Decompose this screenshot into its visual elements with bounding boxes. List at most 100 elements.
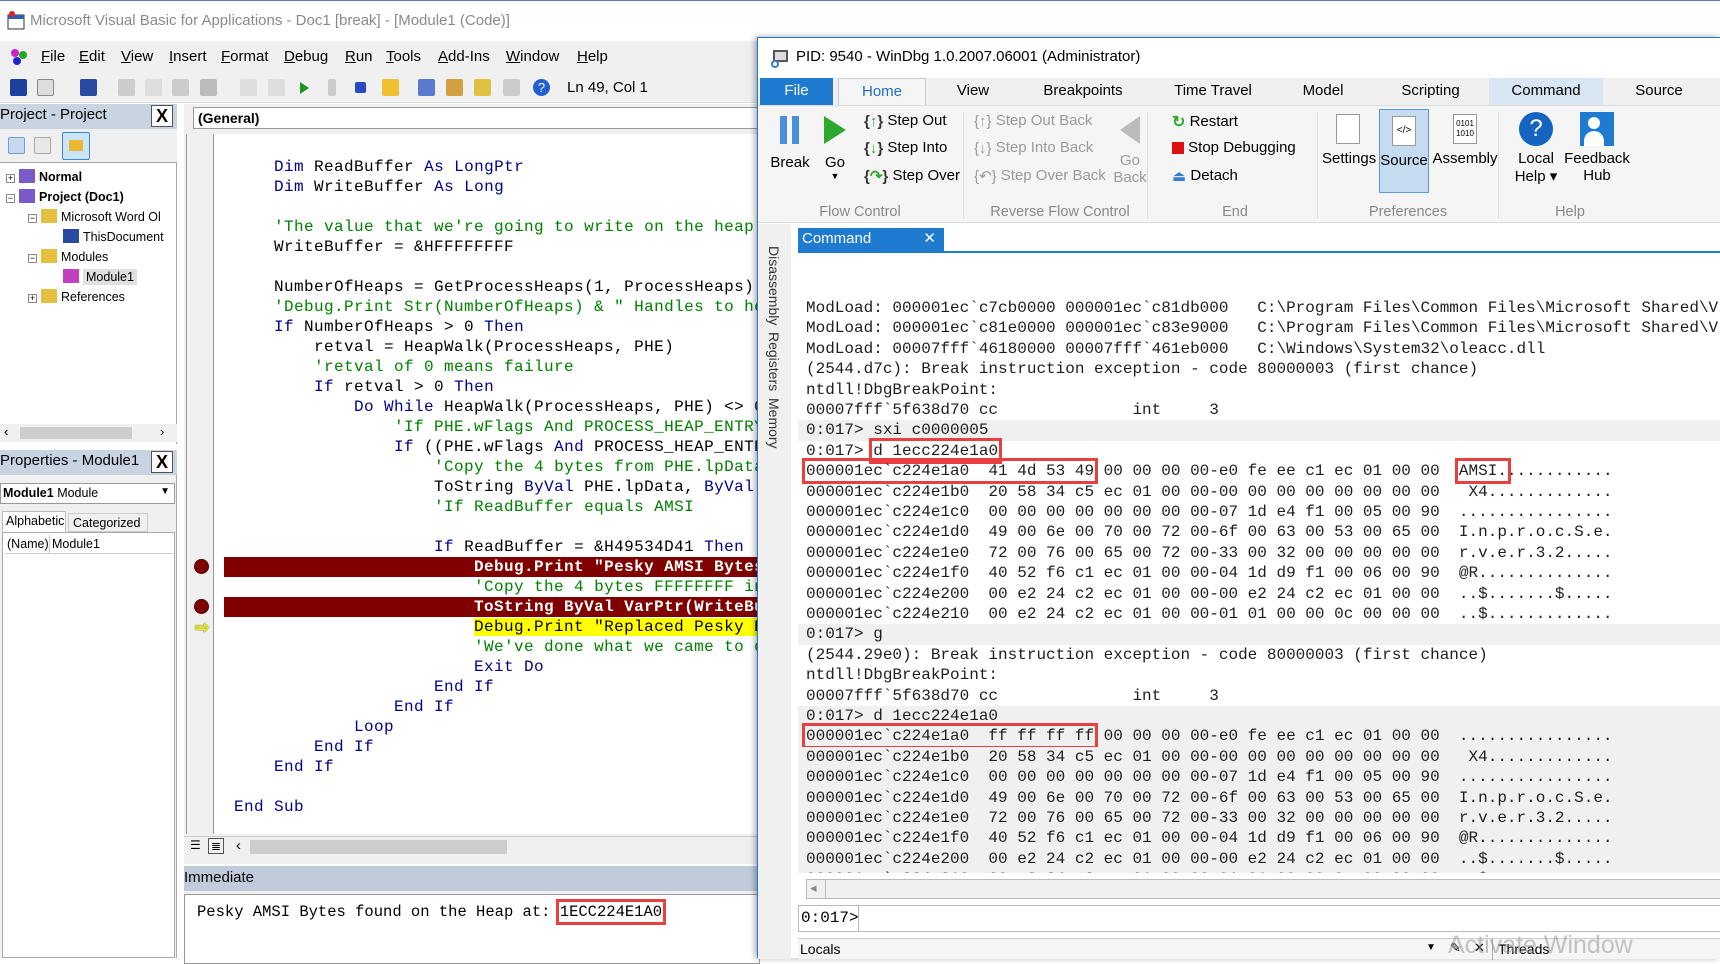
collapse-icon[interactable]: − — [28, 254, 37, 263]
tree-item[interactable]: − Project (Doc1) — [6, 189, 124, 204]
go-button[interactable]: Go ▼ — [820, 110, 850, 200]
step-out-back-button[interactable]: {↑} Step Out Back — [974, 112, 1092, 130]
code-line[interactable]: End If — [214, 757, 760, 777]
code-line[interactable]: Dim WriteBuffer As Long — [214, 177, 760, 197]
code-line[interactable]: 'Copy the 4 bytes FFFFFFFF in — [214, 577, 760, 597]
stop-debugging-button[interactable]: Stop Debugging — [1172, 139, 1296, 156]
assembly-button[interactable]: 0101 1010 Assembly — [1432, 108, 1498, 194]
feedback-hub-button[interactable]: Feedback Hub — [1564, 108, 1630, 208]
tab-home[interactable]: Home — [838, 78, 926, 106]
menu-add-ins[interactable]: Add-Ins — [438, 48, 490, 65]
breakpoint-icon[interactable] — [194, 599, 209, 614]
view-object-icon[interactable] — [34, 137, 51, 154]
source-button[interactable]: </> Source — [1379, 109, 1429, 193]
step-out-button[interactable]: {↑} Step Out — [864, 112, 947, 130]
break-button[interactable]: Break — [770, 110, 810, 182]
immediate-output[interactable]: Pesky AMSI Bytes found on the Heap at: 1… — [184, 894, 760, 964]
tab-disassembly[interactable]: Disassembly — [766, 246, 782, 325]
code-line[interactable]: 'Debug.Print Str(NumberOfHeaps) & " Hand… — [214, 297, 760, 317]
redo-icon[interactable] — [268, 79, 285, 96]
code-line[interactable]: 'retval of 0 means failure — [214, 357, 760, 377]
tab-view[interactable]: View — [938, 78, 1008, 105]
design-mode-icon[interactable] — [382, 79, 399, 96]
tab-command[interactable]: Command — [1489, 78, 1603, 105]
breakpoint-line[interactable]: ToString ByVal VarPtr(WriteBu — [224, 597, 760, 617]
code-line[interactable]: End Sub — [214, 797, 760, 817]
save-icon[interactable] — [80, 79, 97, 96]
execution-arrow-icon[interactable]: ⇨ — [195, 618, 209, 638]
project-explorer-icon[interactable] — [418, 79, 435, 96]
code-line[interactable]: If ReadBuffer = &H49534D41 Then — [214, 537, 760, 557]
current-execution-line[interactable]: Debug.Print "Replaced Pesky By — [214, 617, 760, 637]
vba-menu-icon[interactable] — [8, 47, 30, 67]
reset-icon[interactable] — [355, 82, 366, 93]
code-line[interactable]: 'We've done what we came to d — [214, 637, 760, 657]
cut-icon[interactable] — [118, 79, 135, 96]
code-line[interactable]: 'The value that we're going to write on … — [214, 217, 760, 237]
close-properties-button[interactable]: X — [151, 451, 173, 473]
menu-tools[interactable]: Tools — [386, 48, 421, 65]
output-hscrollbar[interactable]: ◂ — [806, 879, 1720, 899]
toolbox-icon[interactable] — [503, 79, 520, 96]
code-line[interactable]: WriteBuffer = &HFFFFFFFF — [214, 237, 760, 257]
view-code-icon[interactable] — [8, 137, 25, 154]
menu-debug[interactable]: Debug — [284, 48, 328, 65]
menu-window[interactable]: Window — [506, 48, 559, 65]
step-over-button[interactable]: {↷} Step Over — [864, 167, 960, 185]
close-project-explorer-button[interactable]: X — [151, 105, 173, 127]
tab-registers[interactable]: Registers — [766, 332, 782, 391]
object-browser-icon[interactable] — [474, 79, 491, 96]
menu-edit[interactable]: Edit — [79, 48, 105, 65]
tree-item[interactable]: Module1 — [50, 269, 137, 285]
menu-insert[interactable]: Insert — [169, 48, 207, 65]
go-back-button[interactable]: Go Back — [1113, 110, 1147, 186]
procedure-view-icon[interactable]: ☰ — [190, 838, 201, 852]
step-into-button[interactable]: {↓} Step Into — [864, 139, 947, 157]
menu-view[interactable]: View — [121, 48, 153, 65]
code-line[interactable]: End If — [214, 737, 760, 757]
project-explorer-hscrollbar[interactable]: ‹ › — [0, 424, 177, 442]
expand-icon[interactable]: + — [6, 174, 15, 183]
run-icon[interactable] — [300, 82, 309, 94]
undo-icon[interactable] — [240, 79, 257, 96]
menu-file[interactable]: File — [41, 48, 65, 65]
code-line[interactable]: Exit Do — [214, 657, 760, 677]
breakpoint-line[interactable]: Debug.Print "Pesky AMSI Bytes — [224, 557, 760, 577]
tab-categorized[interactable]: Categorized — [68, 513, 148, 532]
code-editor[interactable]: Dim ReadBuffer As LongPtr Dim WriteBuffe… — [214, 134, 760, 834]
expand-icon[interactable]: + — [28, 294, 37, 303]
object-combo[interactable]: (General) — [193, 107, 763, 129]
code-line[interactable]: retval = HeapWalk(ProcessHeaps, PHE) — [214, 337, 760, 357]
tab-time-travel[interactable]: Time Travel — [1158, 78, 1268, 105]
paste-icon[interactable] — [172, 79, 189, 96]
collapse-icon[interactable]: − — [28, 214, 37, 223]
detach-button[interactable]: ⏏ Detach — [1172, 167, 1238, 185]
breakpoint-icon[interactable] — [194, 559, 209, 574]
tab-breakpoints[interactable]: Breakpoints — [1028, 78, 1138, 105]
settings-button[interactable]: Settings — [1322, 108, 1376, 194]
property-row[interactable]: (Name) Module1 — [5, 535, 173, 554]
properties-window-icon[interactable] — [446, 79, 463, 96]
insert-userform-icon[interactable] — [37, 79, 54, 96]
toggle-folders-icon[interactable] — [62, 132, 90, 160]
code-line[interactable]: End If — [214, 697, 760, 717]
tree-item[interactable]: ThisDocument — [50, 229, 164, 244]
code-line[interactable]: 'If ReadBuffer equals AMSI — [214, 497, 760, 517]
command-pane-tab[interactable]: Command ✕ — [798, 228, 944, 251]
tab-scripting[interactable]: Scripting — [1383, 78, 1478, 105]
close-icon[interactable]: ✕ — [923, 229, 936, 247]
step-into-back-button[interactable]: {↓} Step Into Back — [974, 139, 1093, 157]
word-icon[interactable] — [10, 79, 27, 96]
code-line[interactable]: If ((PHE.wFlags And PROCESS_HEAP_ENTR — [214, 437, 760, 457]
full-module-view-icon[interactable]: ≣ — [208, 838, 225, 854]
tab-locals[interactable]: Locals — [800, 941, 840, 957]
copy-icon[interactable] — [145, 79, 162, 96]
code-line[interactable]: Dim ReadBuffer As LongPtr — [214, 157, 760, 177]
tree-item[interactable]: − Microsoft Word Ol — [28, 209, 161, 224]
code-line[interactable]: ToString ByVal PHE.lpData, ByVal — [214, 477, 760, 497]
pause-icon[interactable] — [328, 79, 336, 96]
menu-help[interactable]: Help — [577, 48, 608, 65]
code-line[interactable]: Do While HeapWalk(ProcessHeaps, PHE) <> … — [214, 397, 760, 417]
code-line[interactable] — [214, 777, 760, 797]
code-line[interactable] — [214, 517, 760, 537]
